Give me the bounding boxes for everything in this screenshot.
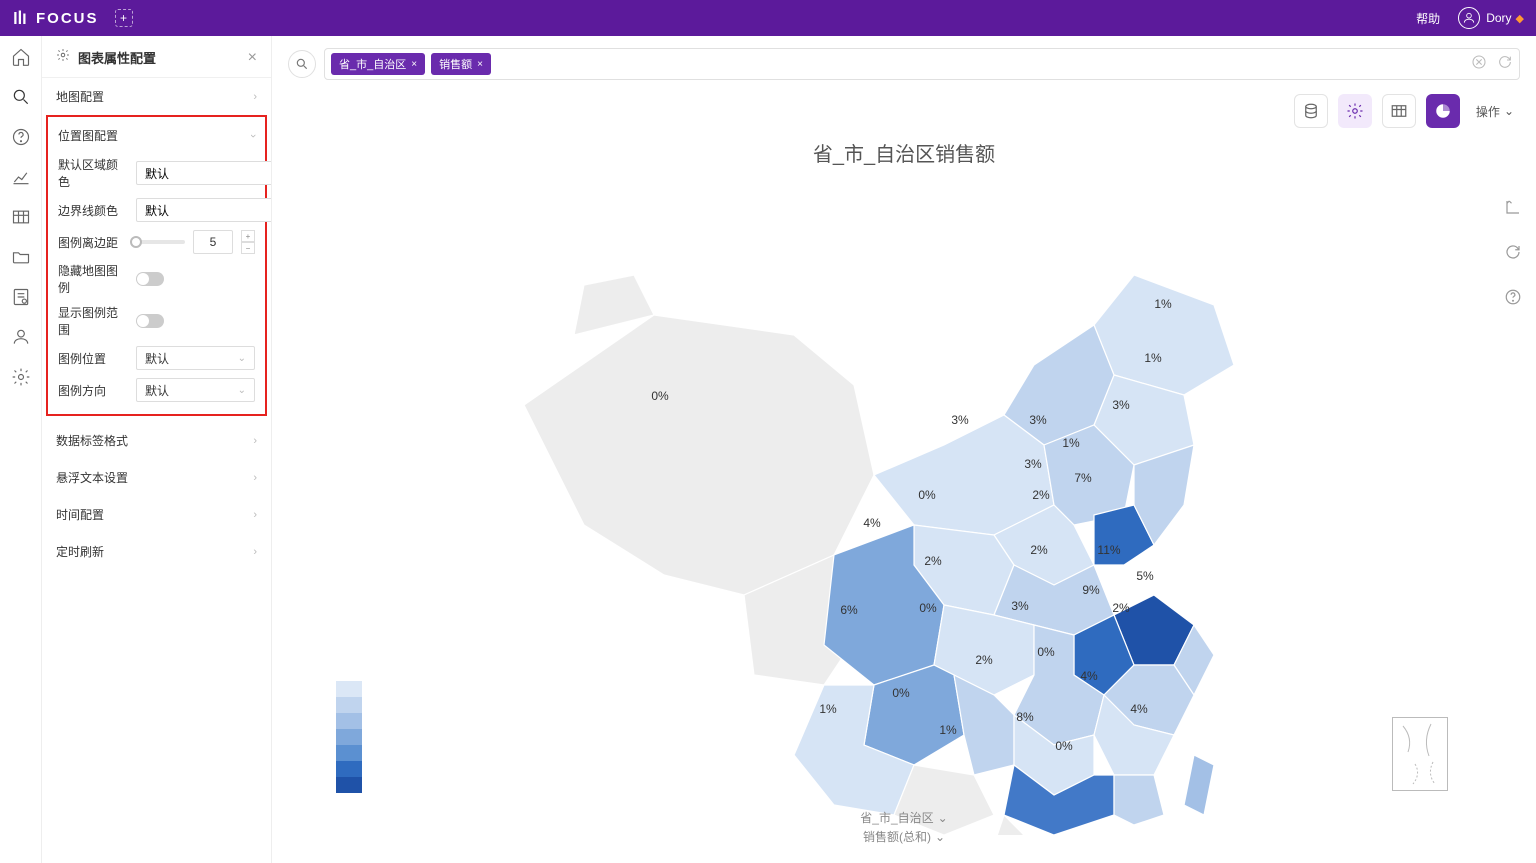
nav-data-icon[interactable] bbox=[10, 286, 32, 308]
legend-direction-select[interactable]: 默认 ⌄ bbox=[136, 378, 255, 402]
default-region-color-input[interactable] bbox=[136, 161, 272, 185]
panel-close-icon[interactable]: × bbox=[248, 49, 257, 67]
field-legend-position: 图例位置 默认 ⌄ bbox=[54, 342, 259, 374]
south-sea-inset bbox=[1392, 717, 1448, 791]
footer-dimension[interactable]: 省_市_自治区⌄ bbox=[860, 809, 947, 826]
legend-margin-stepper[interactable]: +− bbox=[241, 230, 255, 254]
chevron-down-icon: ⌄ bbox=[938, 811, 948, 825]
chart-footer-keys: 省_市_自治区⌄ 销售额(总和)⌄ bbox=[860, 807, 947, 845]
query-bar: 省_市_自治区× 销售额× bbox=[272, 36, 1536, 80]
nav-folder-icon[interactable] bbox=[10, 246, 32, 268]
nav-home-icon[interactable] bbox=[10, 46, 32, 68]
footer-measure[interactable]: 销售额(总和)⌄ bbox=[860, 828, 947, 845]
location-config-group: 位置图配置 › 默认区域颜色 边界线颜色 图例离边距 5 +− 隐藏地图图例 bbox=[46, 115, 267, 416]
section-location-config[interactable]: 位置图配置 › bbox=[54, 121, 259, 152]
operate-dropdown[interactable]: 操作⌄ bbox=[1476, 103, 1514, 120]
legend-margin-slider[interactable] bbox=[136, 240, 185, 244]
toolbar-data-button[interactable] bbox=[1294, 94, 1328, 128]
field-hide-map-legend: 隐藏地图图例 bbox=[54, 258, 259, 300]
pill-remove-icon[interactable]: × bbox=[477, 59, 483, 70]
field-border-color: 边界线颜色 bbox=[54, 194, 259, 226]
axis-tool-icon[interactable] bbox=[1504, 198, 1522, 221]
logo-icon bbox=[12, 9, 30, 27]
chevron-right-icon: › bbox=[253, 435, 257, 447]
main-area: 省_市_自治区× 销售额× 操作⌄ 省_市_自治区销售额 bbox=[272, 36, 1536, 863]
section-time-config[interactable]: 时间配置 › bbox=[42, 496, 271, 533]
query-search-icon[interactable] bbox=[288, 50, 316, 78]
chevron-down-icon: ⌄ bbox=[238, 353, 246, 364]
section-hover-text[interactable]: 悬浮文本设置 › bbox=[42, 459, 271, 496]
toolbar-chart-button[interactable] bbox=[1426, 94, 1460, 128]
query-pill-sales[interactable]: 销售额× bbox=[431, 53, 491, 75]
refresh-tool-icon[interactable] bbox=[1504, 243, 1522, 266]
china-map bbox=[494, 215, 1314, 835]
legend-margin-value[interactable]: 5 bbox=[193, 230, 233, 254]
toolbar-settings-button[interactable] bbox=[1338, 94, 1372, 128]
nav-user-icon[interactable] bbox=[10, 326, 32, 348]
brand-logo: FOCUS bbox=[12, 9, 99, 27]
chevron-down-icon: ⌄ bbox=[1504, 104, 1514, 118]
border-color-input[interactable] bbox=[136, 198, 272, 222]
legend-swatch bbox=[336, 745, 362, 761]
left-rail-nav bbox=[0, 36, 42, 863]
section-data-label-format[interactable]: 数据标签格式 › bbox=[42, 422, 271, 459]
help-tool-icon[interactable] bbox=[1504, 288, 1522, 311]
field-legend-direction: 图例方向 默认 ⌄ bbox=[54, 374, 259, 406]
chevron-right-icon: › bbox=[253, 91, 257, 103]
username-label: Dory bbox=[1486, 11, 1511, 25]
nav-help-icon[interactable] bbox=[10, 126, 32, 148]
chart-canvas[interactable]: 省_市_自治区销售额 bbox=[272, 128, 1536, 863]
nav-table-icon[interactable] bbox=[10, 206, 32, 228]
field-legend-margin: 图例离边距 5 +− bbox=[54, 226, 259, 258]
legend-swatch bbox=[336, 697, 362, 713]
chevron-right-icon: › bbox=[253, 472, 257, 484]
nav-chart-icon[interactable] bbox=[10, 166, 32, 188]
show-legend-range-toggle[interactable] bbox=[136, 314, 164, 328]
top-bar: FOCUS + 帮助 Dory ◆ bbox=[0, 0, 1536, 36]
brand-text: FOCUS bbox=[36, 10, 99, 27]
field-default-region-color: 默认区域颜色 bbox=[54, 152, 259, 194]
gear-icon bbox=[56, 48, 70, 67]
nav-settings-icon[interactable] bbox=[10, 366, 32, 388]
map-legend bbox=[336, 681, 362, 793]
nav-search-icon[interactable] bbox=[10, 86, 32, 108]
legend-swatch bbox=[336, 761, 362, 777]
toolbar-table-button[interactable] bbox=[1382, 94, 1416, 128]
chevron-down-icon: ⌄ bbox=[238, 385, 246, 396]
legend-swatch bbox=[336, 681, 362, 697]
chevron-right-icon: › bbox=[253, 546, 257, 558]
config-panel: 图表属性配置 × 地图配置 › 位置图配置 › 默认区域颜色 边界线颜色 图例离… bbox=[42, 36, 272, 863]
legend-swatch bbox=[336, 713, 362, 729]
query-refresh-icon[interactable] bbox=[1497, 54, 1513, 75]
hide-map-legend-toggle[interactable] bbox=[136, 272, 164, 286]
chart-title: 省_市_自治区销售额 bbox=[813, 138, 995, 167]
query-pill-province[interactable]: 省_市_自治区× bbox=[331, 53, 425, 75]
panel-header: 图表属性配置 × bbox=[42, 36, 271, 78]
query-clear-icon[interactable] bbox=[1471, 54, 1487, 75]
help-link[interactable]: 帮助 bbox=[1416, 10, 1440, 27]
chevron-right-icon: › bbox=[253, 509, 257, 521]
legend-position-select[interactable]: 默认 ⌄ bbox=[136, 346, 255, 370]
vip-diamond-icon: ◆ bbox=[1516, 12, 1524, 25]
user-avatar[interactable] bbox=[1458, 7, 1480, 29]
chart-side-tools bbox=[1504, 198, 1522, 311]
panel-title: 图表属性配置 bbox=[78, 48, 248, 67]
chart-toolbar: 操作⌄ bbox=[272, 80, 1536, 128]
chevron-down-icon: › bbox=[247, 134, 259, 138]
field-show-legend-range: 显示图例范围 bbox=[54, 300, 259, 342]
chevron-down-icon: ⌄ bbox=[935, 830, 945, 844]
pill-remove-icon[interactable]: × bbox=[411, 59, 417, 70]
new-tab-button[interactable]: + bbox=[115, 9, 133, 27]
legend-swatch bbox=[336, 777, 362, 793]
section-map-config[interactable]: 地图配置 › bbox=[42, 78, 271, 115]
section-auto-refresh[interactable]: 定时刷新 › bbox=[42, 533, 271, 570]
legend-swatch bbox=[336, 729, 362, 745]
query-input[interactable]: 省_市_自治区× 销售额× bbox=[324, 48, 1520, 80]
